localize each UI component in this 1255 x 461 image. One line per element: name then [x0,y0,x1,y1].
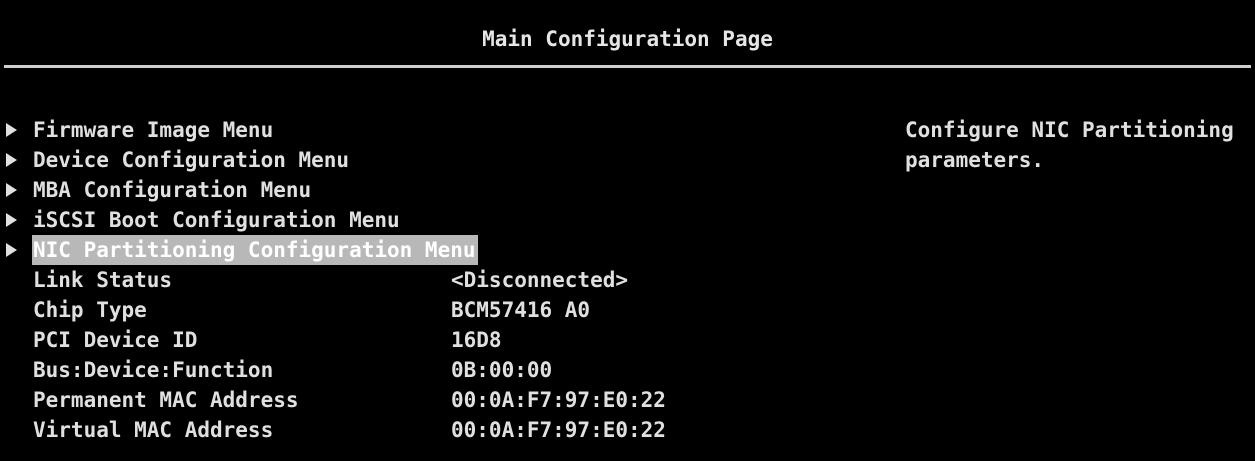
submenu-arrow-icon [6,183,17,197]
info-value: 16D8 [451,328,502,352]
title-divider [4,65,1251,68]
menu-item-label-selected[interactable]: NIC Partitioning Configuration Menu [32,235,478,265]
menu-item-label[interactable]: MBA Configuration Menu [33,175,311,205]
menu-item-device-configuration[interactable]: Device Configuration Menu [0,145,880,175]
help-text: Configure NIC Partitioning parameters. [905,118,1234,172]
info-value: BCM57416 A0 [451,298,591,322]
menu-item-label[interactable]: iSCSI Boot Configuration Menu [33,205,400,235]
menu-item-label[interactable]: Firmware Image Menu [33,115,273,145]
menu-item-firmware-image[interactable]: Firmware Image Menu [0,115,880,145]
info-row-virtual-mac: Virtual MAC Address 00:0A:F7:97:E0:22 [0,415,880,445]
info-row-bus-device-function: Bus:Device:Function 0B:00:00 [0,355,880,385]
submenu-arrow-icon [6,213,17,227]
info-label: PCI Device ID [33,328,198,352]
info-row-permanent-mac: Permanent MAC Address 00:0A:F7:97:E0:22 [0,385,880,415]
info-label: Permanent MAC Address [33,388,299,412]
menu-item-label[interactable]: Device Configuration Menu [33,145,349,175]
info-value: <Disconnected> [451,268,629,292]
submenu-arrow-icon [6,123,17,137]
info-row-link-status: Link Status <Disconnected> [0,265,880,295]
submenu-arrow-icon [6,153,17,167]
info-row-chip-type: Chip Type BCM57416 A0 [0,295,880,325]
menu-item-iscsi-boot-configuration[interactable]: iSCSI Boot Configuration Menu [0,205,880,235]
submenu-arrow-icon [6,243,17,257]
info-value: 0B:00:00 [451,358,553,382]
bios-screen: Main Configuration Page Firmware Image M… [0,0,1255,461]
info-label: Link Status [33,268,173,292]
info-label: Bus:Device:Function [33,358,274,382]
menu-item-mba-configuration[interactable]: MBA Configuration Menu [0,175,880,205]
menu-item-nic-partitioning-configuration[interactable]: NIC Partitioning Configuration Menu [0,235,880,265]
info-value: 00:0A:F7:97:E0:22 [451,418,666,442]
page-title: Main Configuration Page [482,27,773,51]
info-label: Chip Type [33,298,147,322]
info-row-pci-device-id: PCI Device ID 16D8 [0,325,880,355]
info-label: Virtual MAC Address [33,418,274,442]
main-menu: Firmware Image Menu Device Configuration… [0,115,880,445]
info-value: 00:0A:F7:97:E0:22 [451,388,666,412]
